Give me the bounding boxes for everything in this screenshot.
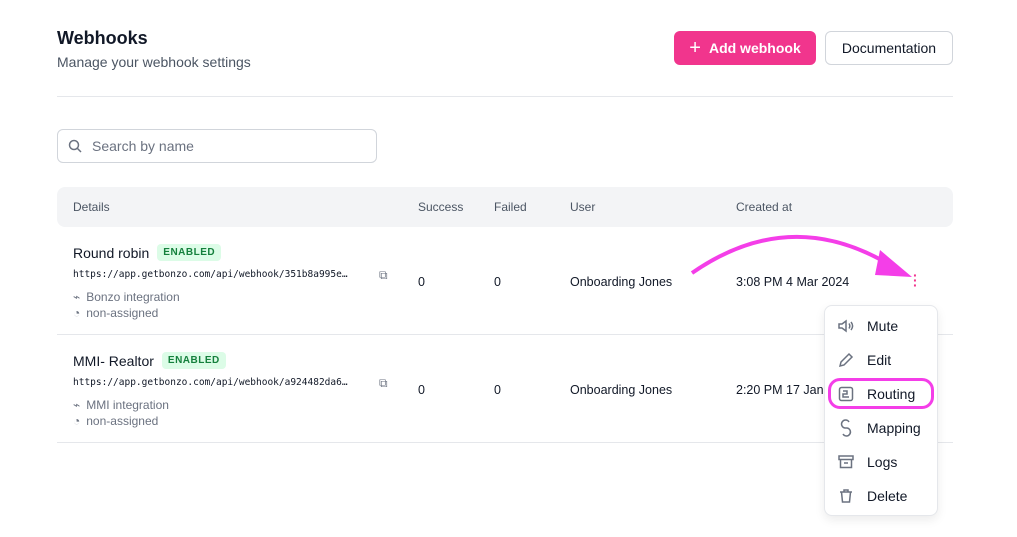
created-at: 2:20 PM 17 Jan: [736, 383, 824, 397]
success-count: 0: [418, 275, 425, 289]
column-created: Created at: [736, 200, 793, 214]
failed-count: 0: [494, 275, 501, 289]
user-name: Onboarding Jones: [570, 383, 673, 397]
plus-icon: +: [689, 36, 701, 59]
menu-item-mapping[interactable]: Mapping: [837, 419, 921, 437]
webhook-name: MMI- Realtor: [73, 352, 154, 369]
column-failed: Failed: [494, 200, 527, 214]
copy-icon[interactable]: ⧉: [379, 376, 388, 391]
page-subtitle: Manage your webhook settings: [57, 54, 251, 70]
plug-icon: ⌁: [73, 398, 81, 412]
failed-count: 0: [494, 383, 501, 397]
annotation-highlight: [828, 378, 934, 409]
speaker-icon: [838, 319, 854, 333]
assignment-label: non-assigned: [86, 414, 159, 428]
integration-label: MMI integration: [86, 398, 169, 412]
search-icon: [68, 139, 82, 153]
add-webhook-button[interactable]: + Add webhook: [674, 31, 816, 65]
plug-icon: ⌁: [73, 290, 81, 304]
user-name: Onboarding Jones: [570, 275, 673, 289]
menu-item-edit[interactable]: Edit: [837, 351, 891, 369]
divider: [57, 96, 953, 97]
table-row[interactable]: MMI- Realtor ENABLED https://app.getbonzo…: [57, 335, 953, 443]
status-badge: ENABLED: [161, 352, 226, 369]
search-input[interactable]: [92, 138, 352, 154]
column-user: User: [570, 200, 596, 214]
row-actions-menu: Mute Edit Routing Mapping Logs Delete: [824, 305, 938, 516]
table-header: Details Success Failed User Created at: [57, 187, 953, 227]
copy-icon[interactable]: ⧉: [379, 268, 388, 283]
trash-icon: [840, 489, 852, 503]
integration-label: Bonzo integration: [86, 290, 180, 304]
pencil-icon: [838, 352, 854, 368]
status-badge: ENABLED: [157, 244, 222, 261]
menu-item-delete[interactable]: Delete: [837, 487, 907, 505]
webhook-url: https://app.getbonzo.com/api/webhook/351…: [73, 269, 348, 280]
mapping-icon: [840, 419, 852, 437]
annotation-arrow: [690, 234, 912, 277]
documentation-button[interactable]: Documentation: [825, 31, 953, 65]
archive-icon: [838, 455, 854, 469]
megaphone-icon: ◔: [73, 306, 81, 320]
column-success: Success: [418, 200, 464, 214]
megaphone-icon: ◔: [73, 414, 81, 428]
menu-item-mute[interactable]: Mute: [837, 317, 898, 335]
webhook-name: Round robin: [73, 244, 150, 261]
search-box[interactable]: [57, 129, 377, 163]
webhook-url: https://app.getbonzo.com/api/webhook/a92…: [73, 377, 348, 388]
page-title: Webhooks: [57, 28, 148, 48]
menu-item-logs[interactable]: Logs: [837, 453, 897, 471]
assignment-label: non-assigned: [86, 306, 159, 320]
column-details: Details: [73, 200, 110, 214]
success-count: 0: [418, 383, 425, 397]
